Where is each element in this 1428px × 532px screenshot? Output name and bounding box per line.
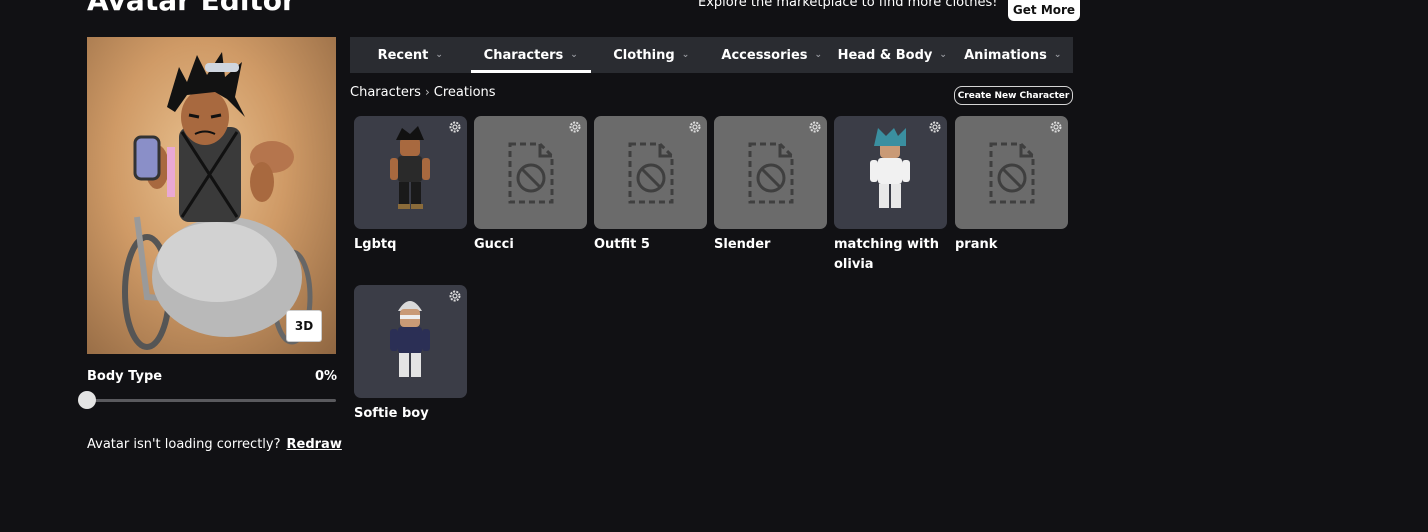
body-type-value: 0%: [315, 369, 338, 384]
chevron-down-icon: ⌄: [570, 50, 578, 60]
gear-icon[interactable]: [448, 120, 462, 134]
chevron-right-icon: ›: [424, 85, 430, 99]
breadcrumb: Characters › Creations: [350, 85, 500, 100]
redraw-link[interactable]: Redraw: [287, 437, 342, 452]
chevron-down-icon: ⌄: [1053, 50, 1062, 60]
chevron-down-icon: ⌄: [681, 50, 690, 60]
breadcrumb-current: Creations: [433, 85, 496, 100]
tab-label: Accessories: [721, 47, 808, 63]
body-type-slider-track[interactable]: [87, 399, 336, 402]
gear-icon[interactable]: [688, 120, 702, 134]
outfit-name: Softie boy: [354, 406, 429, 421]
chevron-down-icon: ⌄: [814, 50, 823, 60]
tab-label: Head & Body: [837, 47, 933, 63]
gear-icon[interactable]: [808, 120, 822, 134]
category-tabbar: Recent ⌄ Characters ⌄ Clothing ⌄ Accessorie…: [350, 37, 1073, 73]
tab-label: Recent: [377, 47, 429, 63]
outfit-thumbnail[interactable]: [714, 116, 827, 229]
gear-icon[interactable]: [928, 120, 942, 134]
breadcrumb-parent[interactable]: Characters: [350, 85, 421, 100]
gear-icon[interactable]: [448, 289, 462, 303]
outfit-card[interactable]: Slender: [714, 116, 827, 255]
outfit-card[interactable]: prank: [955, 116, 1068, 255]
avatar-render-image: [122, 52, 313, 350]
tab-characters[interactable]: Characters ⌄: [470, 37, 592, 73]
page-title: Avatar Editor: [87, 0, 296, 17]
tab-recent[interactable]: Recent ⌄: [350, 37, 471, 73]
outfit-name: Gucci: [474, 237, 514, 252]
outfit-thumbnail[interactable]: [955, 116, 1068, 229]
outfit-name: matching with olivia: [834, 237, 939, 272]
chevron-down-icon: ⌄: [939, 50, 947, 60]
tab-clothing[interactable]: Clothing ⌄: [591, 37, 712, 73]
tab-accessories[interactable]: Accessories ⌄: [712, 37, 833, 73]
outfit-thumbnail[interactable]: [354, 116, 467, 229]
outfit-name: Slender: [714, 237, 771, 252]
body-type-slider-thumb[interactable]: [78, 391, 96, 409]
outfit-thumbnail[interactable]: [834, 116, 947, 229]
tab-animations[interactable]: Animations ⌄: [953, 37, 1074, 73]
get-more-button[interactable]: Get More: [1008, 0, 1080, 21]
tab-label: Clothing: [613, 47, 675, 63]
tab-head-body[interactable]: Head & Body ⌄: [832, 37, 953, 73]
outfit-card[interactable]: Softie boy: [354, 285, 467, 424]
view-3d-button[interactable]: 3D: [286, 310, 322, 342]
gear-icon[interactable]: [1049, 120, 1063, 134]
outfit-card[interactable]: matching with olivia: [834, 116, 947, 275]
marketplace-promo-text: Explore the marketplace to find more clo…: [698, 0, 998, 10]
outfit-name: prank: [955, 237, 998, 252]
body-type-label: Body Type: [87, 369, 163, 384]
avatar-preview: [87, 37, 336, 354]
outfit-name: Lgbtq: [354, 237, 397, 252]
outfit-thumbnail[interactable]: [594, 116, 707, 229]
gear-icon[interactable]: [568, 120, 582, 134]
outfit-card[interactable]: Lgbtq: [354, 116, 467, 255]
redraw-prompt: Avatar isn't loading correctly?: [87, 437, 281, 452]
tab-label: Animations: [964, 47, 1047, 63]
outfit-name: Outfit 5: [594, 237, 650, 252]
outfit-thumbnail[interactable]: [354, 285, 467, 398]
redraw-row: Avatar isn't loading correctly? Redraw: [87, 437, 342, 452]
create-new-character-button[interactable]: Create New Character: [954, 86, 1073, 105]
outfit-card[interactable]: Outfit 5: [594, 116, 707, 255]
tab-label: Characters: [483, 47, 564, 63]
outfit-thumbnail[interactable]: [474, 116, 587, 229]
outfit-card[interactable]: Gucci: [474, 116, 587, 255]
chevron-down-icon: ⌄: [435, 50, 443, 60]
